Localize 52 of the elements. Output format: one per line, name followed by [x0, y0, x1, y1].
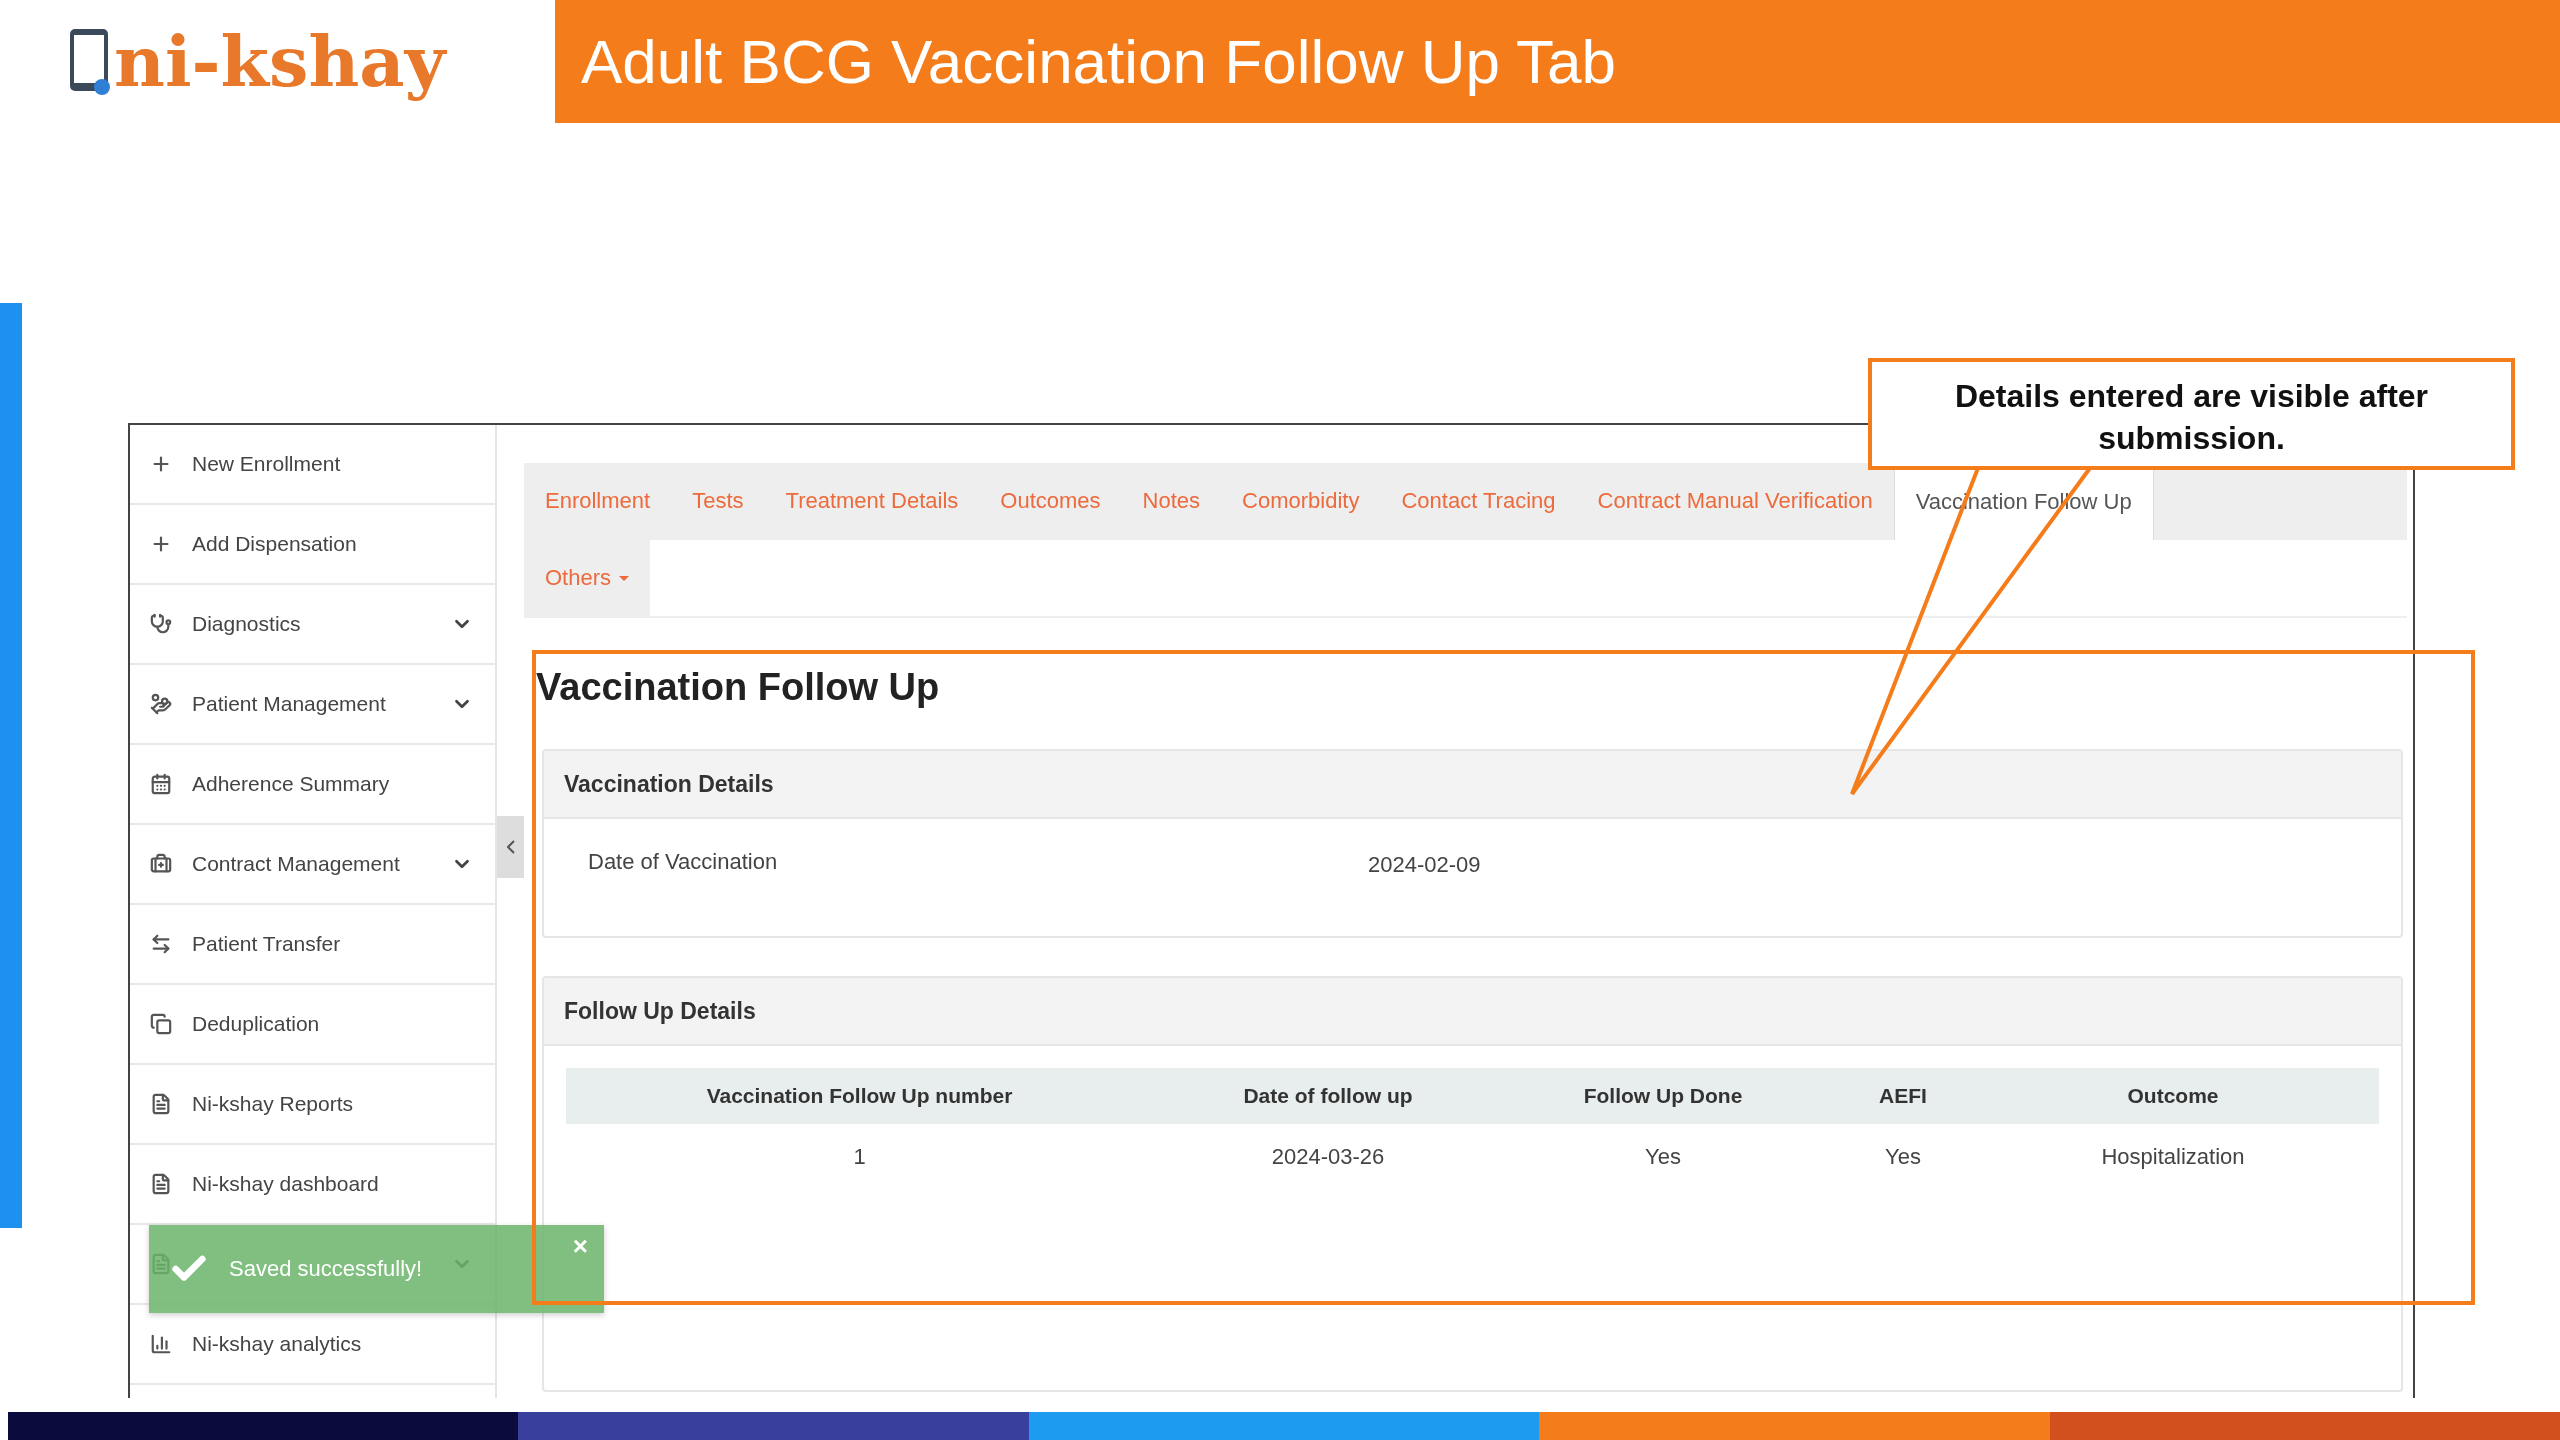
logo-text: ni-kshay	[114, 20, 446, 103]
sidebar-label: Diagnostics	[192, 612, 302, 636]
table-cell-text: Yes	[1644, 1144, 1682, 1170]
calendar-icon	[150, 773, 172, 795]
callout-text: Details entered are visible after submission.	[1953, 377, 2430, 458]
hand-icon	[150, 693, 172, 715]
sidebar-label: Contract Management	[192, 852, 401, 876]
sidebar-label: Ni-kshay dashboard	[192, 1172, 380, 1196]
sidebar-label: Patient Transfer	[192, 932, 342, 956]
caret-icon	[619, 575, 630, 581]
column-header: Follow Up Done	[1582, 1084, 1744, 1108]
chevron-icon	[506, 839, 515, 854]
sidebar-label: Ni-kshay Reports	[192, 1092, 355, 1116]
table-cell-text: 1	[852, 1144, 867, 1170]
table-cell-text: Hospitalization	[2100, 1144, 2246, 1170]
table-cell-text: 2024-03-26	[1270, 1144, 1386, 1170]
sidebar-label: Adherence Summary	[192, 772, 391, 796]
sidebar-item[interactable]: Patient Management	[130, 665, 495, 745]
column-header: AEFI	[1878, 1084, 1928, 1108]
column-header: Vaccination Follow Up number	[705, 1084, 1014, 1108]
document-icon	[150, 1093, 172, 1115]
copy-icon	[150, 1013, 172, 1035]
sidebar-item[interactable]: Diagnostics	[130, 585, 495, 665]
collapse-handle[interactable]	[497, 815, 524, 878]
sidebar-label: Patient Management	[192, 692, 387, 716]
sidebar-item[interactable]: New Enrollment	[130, 425, 495, 505]
tablet-icon	[68, 26, 110, 97]
panel-title: Vaccination Details	[564, 770, 774, 798]
slide-title: Adult BCG Vaccination Follow Up Tab	[581, 26, 1616, 97]
sidebar-item[interactable]: Ni-kshay Reports	[130, 1065, 495, 1145]
document-icon	[150, 1173, 172, 1195]
sidebar-label: Deduplication	[192, 1012, 321, 1036]
toast-message: Saved successfully!	[229, 1256, 423, 1282]
sidebar-label: Add Dispensation	[192, 532, 358, 556]
column-header: Outcome	[2126, 1084, 2220, 1108]
arrows-icon	[150, 933, 172, 955]
field-value: 2024-02-09	[1368, 852, 1482, 878]
table-cell-text: Yes	[1884, 1144, 1922, 1170]
column-header: Date of follow up	[1242, 1084, 1414, 1108]
sidebar-label: Ni-kshay analytics	[192, 1332, 363, 1356]
sidebar-item[interactable]: Add Dispensation	[130, 505, 495, 585]
field-label: Date of Vaccination	[588, 849, 779, 876]
sidebar-item[interactable]: Adherence Summary	[130, 745, 495, 825]
briefcase-icon	[150, 853, 172, 875]
sidebar-item[interactable]: Contract Management	[130, 825, 495, 905]
page-heading: Vaccination Follow Up	[536, 666, 941, 709]
panel-title: Follow Up Details	[564, 997, 756, 1025]
sidebar-item[interactable]: Patient Transfer	[130, 905, 495, 985]
chart-icon	[150, 1333, 172, 1355]
sidebar-item[interactable]: Deduplication	[130, 985, 495, 1065]
sidebar-label: New Enrollment	[192, 452, 342, 476]
stethoscope-icon	[150, 613, 172, 635]
